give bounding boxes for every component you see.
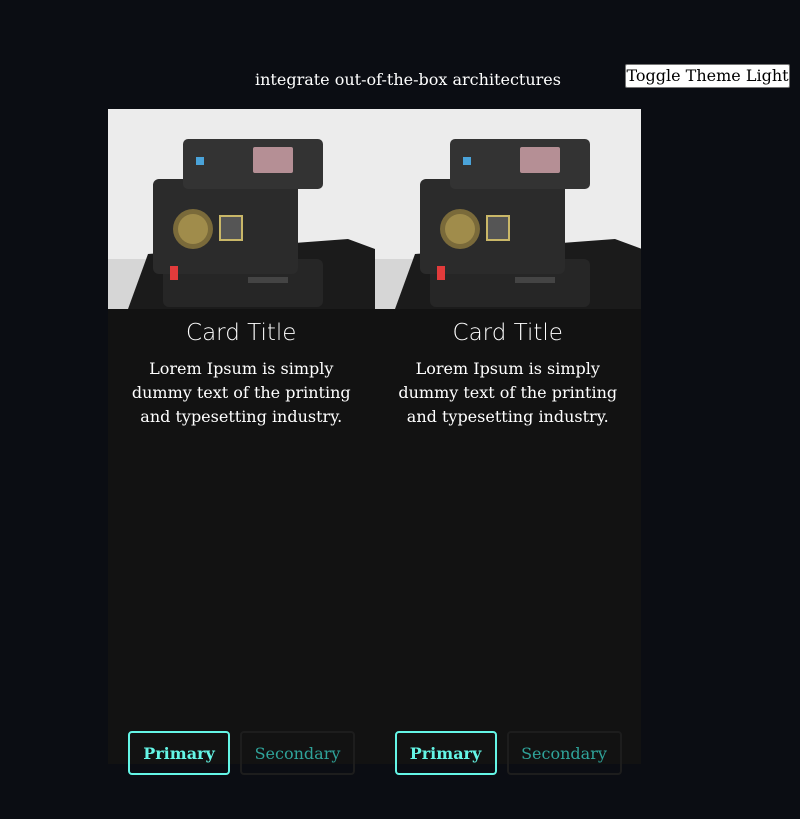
camera-image [374,109,641,309]
card-actions: Primary Secondary [128,731,355,775]
card-title: Card Title [186,320,297,346]
card-actions: Primary Secondary [394,731,622,775]
secondary-button[interactable]: Secondary [240,731,355,775]
card-title: Card Title [452,320,563,346]
card-body-text: Lorem Ipsum is simply dummy text of the … [131,359,351,426]
card: Card Title Lorem Ipsum is simply dummy t… [374,109,641,775]
camera-image [108,109,375,309]
primary-button[interactable]: Primary [128,731,230,775]
card-grid: Card Title Lorem Ipsum is simply dummy t… [108,109,641,775]
toggle-theme-button[interactable]: Toggle Theme Light [625,64,790,88]
card: Card Title Lorem Ipsum is simply dummy t… [108,109,375,775]
card-image [374,109,641,309]
headline-text: integrate out-of-the-box architectures [255,70,561,89]
card-image [108,109,375,309]
page-headline: integrate out-of-the-box architectures [108,70,708,89]
card-body-text: Lorem Ipsum is simply dummy text of the … [398,359,618,426]
secondary-button[interactable]: Secondary [506,731,622,775]
primary-button[interactable]: Primary [394,731,497,775]
